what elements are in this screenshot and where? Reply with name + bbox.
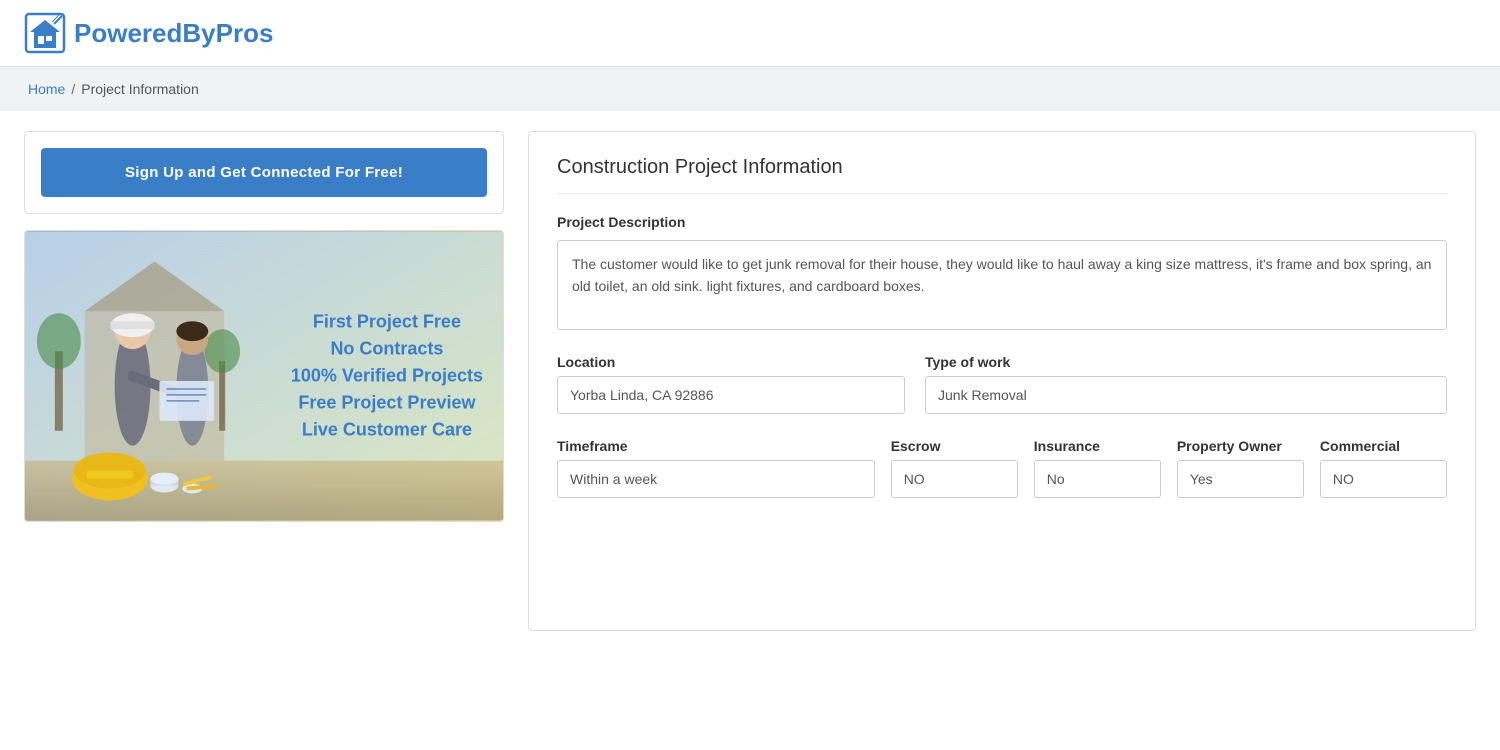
insurance-field-group: Insurance No: [1034, 438, 1161, 498]
insurance-value: No: [1034, 460, 1161, 498]
breadcrumb-current-page: Project Information: [81, 81, 199, 97]
sidebar: Sign Up and Get Connected For Free!: [24, 131, 504, 522]
commercial-field-group: Commercial NO: [1320, 438, 1447, 498]
promo-image: First Project Free No Contracts 100% Ver…: [25, 231, 503, 521]
promo-line-2: No Contracts: [291, 339, 483, 360]
logo-text: PoweredByPros: [74, 18, 273, 49]
promo-line-4: Free Project Preview: [291, 393, 483, 414]
logo: PoweredByPros: [24, 12, 273, 54]
site-header: PoweredByPros: [0, 0, 1500, 67]
location-value: Yorba Linda, CA 92886: [557, 376, 905, 414]
breadcrumb-home-link[interactable]: Home: [28, 81, 65, 97]
commercial-label: Commercial: [1320, 438, 1447, 454]
timeframe-label: Timeframe: [557, 438, 875, 454]
project-description-label: Project Description: [557, 214, 1447, 230]
breadcrumb-separator: /: [71, 81, 75, 97]
location-field-group: Location Yorba Linda, CA 92886: [557, 354, 905, 414]
commercial-value: NO: [1320, 460, 1447, 498]
promo-card: First Project Free No Contracts 100% Ver…: [24, 230, 504, 522]
location-type-row: Location Yorba Linda, CA 92886 Type of w…: [557, 354, 1447, 414]
panel-title: Construction Project Information: [557, 156, 1447, 194]
project-description-text: The customer would like to get junk remo…: [557, 240, 1447, 330]
timeframe-field-group: Timeframe Within a week: [557, 438, 875, 498]
promo-line-1: First Project Free: [291, 312, 483, 333]
property-owner-value: Yes: [1177, 460, 1304, 498]
type-of-work-value: Junk Removal: [925, 376, 1447, 414]
timeframe-value: Within a week: [557, 460, 875, 498]
type-of-work-label: Type of work: [925, 354, 1447, 370]
signup-button[interactable]: Sign Up and Get Connected For Free!: [41, 148, 487, 197]
breadcrumb: Home / Project Information: [0, 67, 1500, 111]
timeframe-row: Timeframe Within a week Escrow NO Insura…: [557, 438, 1447, 498]
escrow-field-group: Escrow NO: [891, 438, 1018, 498]
signup-card: Sign Up and Get Connected For Free!: [24, 131, 504, 214]
content-panel: Construction Project Information Project…: [528, 131, 1476, 631]
escrow-label: Escrow: [891, 438, 1018, 454]
location-label: Location: [557, 354, 905, 370]
promo-overlay: First Project Free No Contracts 100% Ver…: [291, 312, 483, 441]
promo-line-3: 100% Verified Projects: [291, 366, 483, 387]
property-owner-label: Property Owner: [1177, 438, 1304, 454]
promo-line-5: Live Customer Care: [291, 420, 483, 441]
main-content: Sign Up and Get Connected For Free!: [0, 111, 1500, 651]
type-of-work-field-group: Type of work Junk Removal: [925, 354, 1447, 414]
house-logo-icon: [24, 12, 66, 54]
property-owner-field-group: Property Owner Yes: [1177, 438, 1304, 498]
escrow-value: NO: [891, 460, 1018, 498]
insurance-label: Insurance: [1034, 438, 1161, 454]
